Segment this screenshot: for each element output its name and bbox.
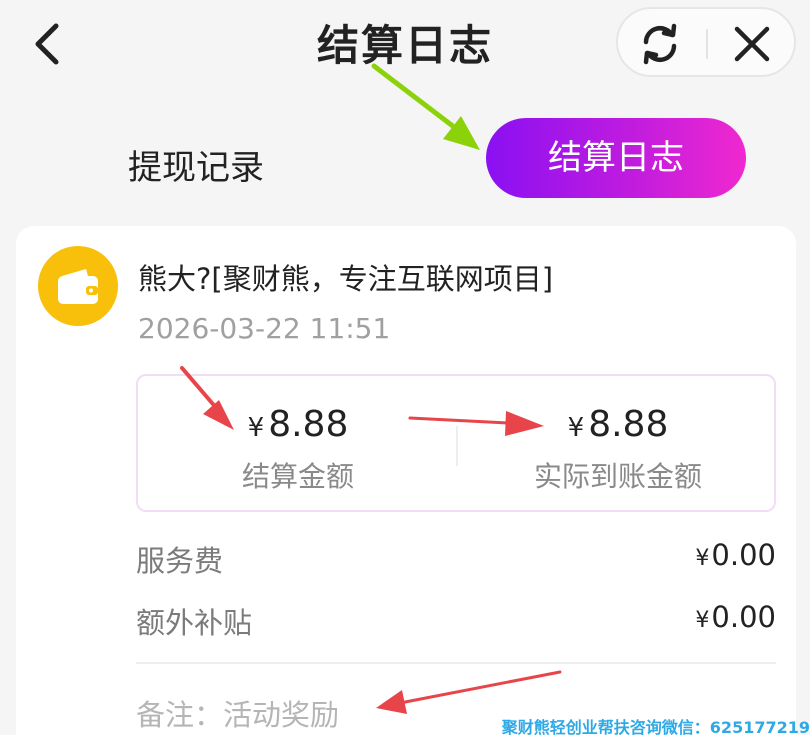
screen: 结算日志 提现记录 结算日志 熊大?[聚财熊，专注互联网项目] 2026-03-…	[0, 0, 810, 735]
received-amount-value: 8.88	[588, 404, 669, 445]
settle-amount-block: ¥8.88 结算金额	[138, 404, 458, 495]
refresh-button[interactable]	[638, 22, 682, 66]
wallet-icon	[58, 269, 98, 304]
entry-title: 熊大?[聚财熊，专注互联网项目]	[138, 262, 554, 296]
settlement-card: 熊大?[聚财熊，专注互联网项目] 2026-03-22 11:51 ¥8.88 …	[16, 226, 796, 735]
entry-timestamp: 2026-03-22 11:51	[138, 312, 391, 345]
wallet-badge	[38, 246, 118, 326]
currency-symbol: ¥	[695, 608, 710, 633]
received-amount: ¥8.88	[458, 404, 778, 445]
fee-row-subsidy: 额外补贴 ¥0.00	[136, 600, 776, 640]
refresh-icon	[643, 23, 677, 65]
received-amount-block: ¥8.88 实际到账金额	[458, 404, 778, 495]
divider-line	[136, 662, 776, 664]
settle-amount-value: 8.88	[268, 404, 349, 445]
currency-symbol: ¥	[695, 546, 710, 571]
mini-program-capsule	[616, 7, 796, 77]
service-fee-value: ¥0.00	[695, 538, 776, 572]
currency-symbol: ¥	[567, 413, 585, 443]
green-arrow	[371, 63, 480, 150]
service-fee-label: 服务费	[136, 544, 224, 578]
close-button[interactable]	[732, 24, 772, 64]
close-icon	[734, 26, 770, 62]
tab-settlement-log[interactable]: 结算日志	[486, 118, 746, 198]
tab-withdraw-records[interactable]: 提现记录	[128, 140, 264, 189]
watermark: 聚财熊轻创业帮扶咨询微信：625177219	[501, 718, 810, 735]
settle-amount-label: 结算金额	[241, 460, 354, 493]
subsidy-amount: 0.00	[711, 600, 776, 634]
currency-symbol: ¥	[247, 413, 265, 443]
capsule-divider	[706, 29, 708, 59]
service-fee-amount: 0.00	[711, 538, 776, 572]
amount-summary: ¥8.88 结算金额 ¥8.88 实际到账金额	[136, 374, 776, 512]
settle-amount: ¥8.88	[138, 404, 458, 445]
fee-row-service: 服务费 ¥0.00	[136, 538, 776, 578]
subsidy-value: ¥0.00	[695, 600, 776, 634]
remark-text: 备注：活动奖励	[136, 698, 340, 732]
received-amount-label: 实际到账金额	[533, 460, 702, 493]
subsidy-label: 额外补贴	[136, 606, 253, 640]
